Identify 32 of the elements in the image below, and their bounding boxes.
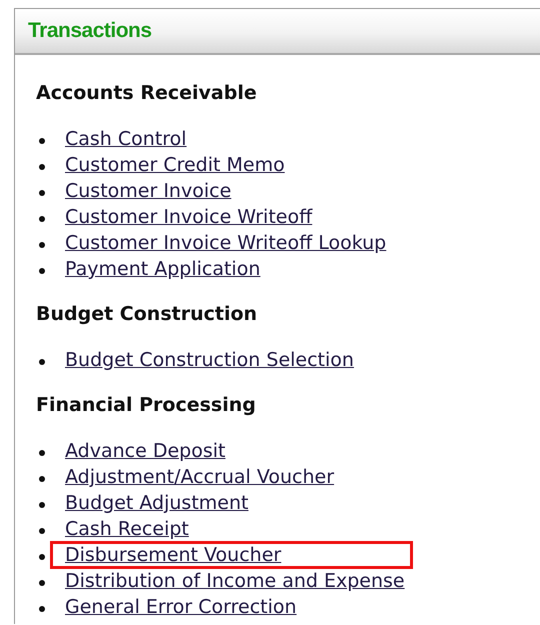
section-heading: Accounts Receivable — [36, 81, 257, 106]
bullet-icon — [39, 580, 45, 586]
transaction-link[interactable]: Advance Deposit — [65, 440, 226, 462]
transaction-link[interactable]: Disbursement Voucher — [65, 544, 282, 566]
bullet-icon — [39, 476, 45, 482]
bullet-icon — [39, 358, 45, 364]
bullet-icon — [39, 606, 45, 612]
panel-title: Transactions — [28, 19, 152, 43]
bullet-icon — [39, 242, 45, 248]
bullet-icon — [39, 138, 45, 144]
transaction-link[interactable]: Customer Invoice — [65, 180, 232, 202]
transaction-link[interactable]: Budget Adjustment — [65, 492, 248, 514]
transaction-link[interactable]: Cash Receipt — [65, 518, 189, 540]
transaction-link[interactable]: General Error Correction — [65, 596, 297, 618]
transaction-link[interactable]: Adjustment/Accrual Voucher — [65, 466, 334, 488]
bullet-icon — [39, 502, 45, 508]
section-heading: Budget Construction — [36, 302, 258, 327]
bullet-icon — [39, 216, 45, 222]
transaction-link[interactable]: Customer Credit Memo — [65, 154, 285, 176]
bullet-icon — [39, 450, 45, 456]
bullet-icon — [39, 190, 45, 196]
transaction-link[interactable]: Customer Invoice Writeoff — [65, 206, 312, 228]
transaction-link[interactable]: Budget Construction Selection — [65, 349, 354, 371]
transaction-link[interactable]: Cash Control — [65, 128, 187, 150]
transaction-link[interactable]: Payment Application — [65, 258, 260, 280]
bullet-icon — [39, 164, 45, 170]
section-heading: Financial Processing — [36, 393, 256, 418]
bullet-icon — [39, 554, 45, 560]
bullet-icon — [39, 528, 45, 534]
transaction-link[interactable]: Distribution of Income and Expense — [65, 570, 405, 592]
transaction-link[interactable]: Customer Invoice Writeoff Lookup — [65, 232, 386, 254]
bullet-icon — [39, 268, 45, 274]
